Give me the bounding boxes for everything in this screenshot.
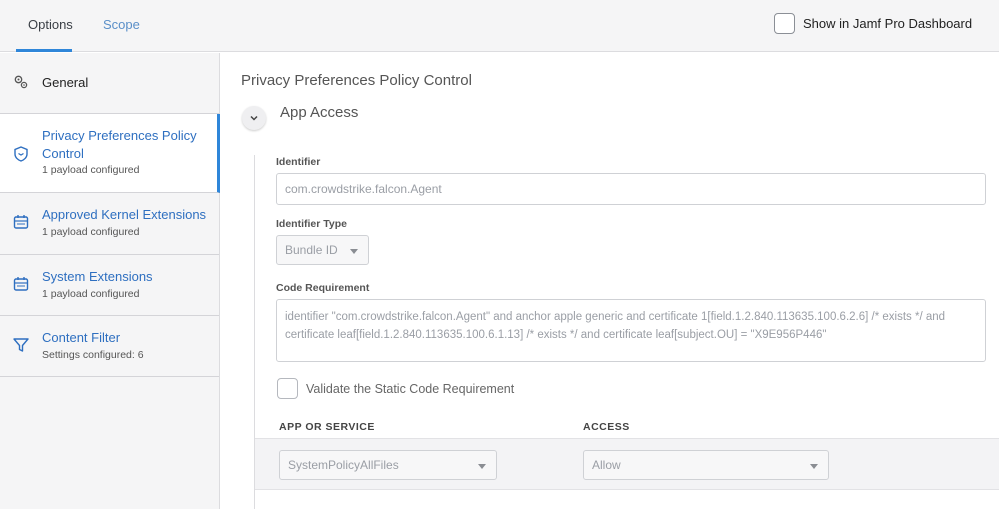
collapse-section-button[interactable]: [242, 106, 266, 130]
column-header-access: ACCESS: [583, 421, 630, 433]
dashboard-toggle[interactable]: Show in Jamf Pro Dashboard: [774, 13, 972, 34]
shield-icon: [14, 146, 28, 162]
caret-down-icon: [478, 464, 486, 469]
identifier-type-select[interactable]: Bundle ID: [276, 235, 369, 265]
dashboard-checkbox[interactable]: [774, 13, 795, 34]
sidebar-item-label: General: [42, 75, 89, 90]
column-header-app-or-service: APP OR SERVICE: [279, 421, 375, 433]
active-tab-indicator: [16, 49, 72, 52]
sidebar-item-status: 1 payload configured: [42, 288, 140, 300]
section-title: App Access: [280, 104, 359, 121]
tab-scope[interactable]: Scope: [103, 17, 140, 32]
extension-icon: [13, 215, 29, 229]
top-bar: Options Scope Show in Jamf Pro Dashboard: [0, 0, 999, 52]
sidebar-item-label: System Extensions: [42, 269, 153, 284]
caret-down-icon: [350, 249, 358, 254]
sidebar-item-privacy-preferences[interactable]: Privacy Preferences Policy Control 1 pay…: [0, 114, 220, 193]
validate-checkbox[interactable]: [277, 378, 298, 399]
identifier-type-value: Bundle ID: [285, 243, 338, 257]
dashboard-label: Show in Jamf Pro Dashboard: [803, 16, 973, 31]
identifier-label: Identifier: [276, 156, 321, 168]
sidebar-item-status: 1 payload configured: [42, 164, 140, 176]
code-requirement-field[interactable]: identifier "com.crowdstrike.falcon.Agent…: [276, 299, 986, 362]
table-row: SystemPolicyAllFiles Allow: [255, 438, 999, 490]
sidebar-item-status: 1 payload configured: [42, 226, 140, 238]
sidebar-item-content-filter[interactable]: Content Filter Settings configured: 6: [0, 316, 219, 377]
tab-options[interactable]: Options: [28, 17, 73, 32]
validate-label: Validate the Static Code Requirement: [306, 381, 515, 396]
gears-icon: [14, 75, 28, 89]
app-or-service-select[interactable]: SystemPolicyAllFiles: [279, 450, 497, 480]
chevron-down-icon: [250, 115, 258, 121]
sidebar-item-system-extensions[interactable]: System Extensions 1 payload configured: [0, 255, 219, 316]
app-or-service-value: SystemPolicyAllFiles: [288, 458, 399, 472]
sidebar-item-status: Settings configured: 6: [42, 349, 144, 361]
sidebar-item-label: Content Filter: [42, 330, 121, 345]
sidebar: General Privacy Preferences Policy Contr…: [0, 53, 220, 509]
sidebar-item-general[interactable]: General: [0, 53, 219, 114]
sidebar-item-approved-kernel-extensions[interactable]: Approved Kernel Extensions 1 payload con…: [0, 193, 219, 255]
filter-icon: [13, 338, 29, 352]
identifier-type-label: Identifier Type: [276, 218, 347, 230]
code-requirement-label: Code Requirement: [276, 282, 370, 294]
caret-down-icon: [810, 464, 818, 469]
access-value: Allow: [592, 458, 621, 472]
extension-icon: [13, 277, 29, 291]
access-select[interactable]: Allow: [583, 450, 829, 480]
page-title: Privacy Preferences Policy Control: [241, 72, 472, 89]
sidebar-item-label: Approved Kernel Extensions: [42, 207, 207, 222]
identifier-field[interactable]: com.crowdstrike.falcon.Agent: [276, 173, 986, 205]
sidebar-item-label: Privacy Preferences Policy Control: [42, 128, 197, 161]
validate-static-code-toggle[interactable]: Validate the Static Code Requirement: [277, 378, 514, 399]
